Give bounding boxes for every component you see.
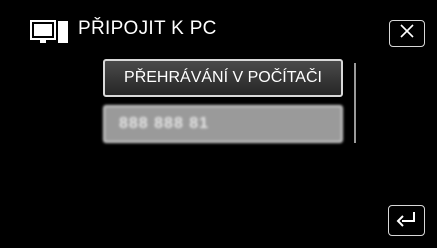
menu-item-pc-playback[interactable]: PŘEHRÁVÁNÍ V POČÍTAČI bbox=[103, 59, 343, 97]
return-icon bbox=[396, 209, 418, 232]
pc-monitor-icon bbox=[30, 20, 70, 44]
menu-item-label: PŘEHRÁVÁNÍ V POČÍTAČI bbox=[124, 69, 322, 86]
connection-menu: PŘEHRÁVÁNÍ V POČÍTAČI 888 888 81 bbox=[103, 59, 343, 143]
menu-item-disabled-option[interactable]: 888 888 81 bbox=[103, 105, 343, 143]
back-button[interactable] bbox=[388, 205, 425, 236]
header-bar: PŘIPOJIT K PC bbox=[0, 0, 437, 62]
close-icon bbox=[399, 23, 415, 44]
close-button[interactable] bbox=[389, 20, 425, 47]
scrollbar[interactable] bbox=[354, 63, 356, 143]
page-title: PŘIPOJIT K PC bbox=[78, 18, 217, 39]
menu-item-label: 888 888 81 bbox=[119, 115, 210, 132]
